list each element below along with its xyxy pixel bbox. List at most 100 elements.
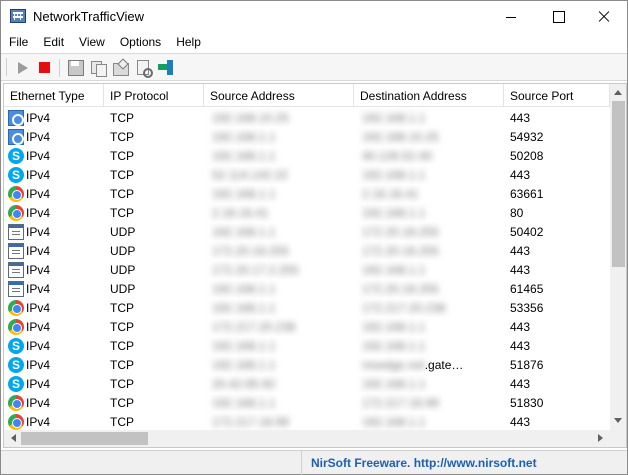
cell-source-port: 80 <box>510 206 524 220</box>
cell-ethernet-type: IPv4 <box>26 225 51 239</box>
cell-ethernet-type: IPv4 <box>26 339 51 353</box>
cell-source-address: 192.168.1.1 <box>212 149 276 163</box>
cell-destination-address: 172.20.18.255 <box>362 282 439 296</box>
cell-source-port: 443 <box>510 244 531 258</box>
cell-source-port: 443 <box>510 320 531 334</box>
column-ip-protocol[interactable]: IP Protocol <box>104 84 204 107</box>
cell-source-address: 192.168.10.25 <box>212 111 289 125</box>
table-row[interactable]: IPv4 UDP 172.20.18.255 172.20.18.255 443 <box>4 241 610 260</box>
cell-ip-protocol: TCP <box>110 339 134 353</box>
table-row[interactable]: IPv4 TCP 192.168.1.1 40.126.52.40 50208 <box>4 146 610 165</box>
horizontal-scroll-thumb[interactable] <box>21 432 148 445</box>
menu-file[interactable]: File <box>1 32 35 52</box>
cell-source-port: 50402 <box>510 225 544 239</box>
vertical-scroll-thumb[interactable] <box>612 101 625 267</box>
start-capture-icon[interactable] <box>15 59 32 76</box>
table-row[interactable]: IPv4 TCP 192.168.1.1 172.217.20.238 53356 <box>4 298 610 317</box>
cell-ip-protocol: TCP <box>110 206 134 220</box>
cell-ethernet-type: IPv4 <box>26 168 51 182</box>
cell-destination-address: 192.168.1.1 <box>362 415 426 429</box>
cell-source-address: 192.168.1.1 <box>212 396 276 410</box>
table-row[interactable]: IPv4 UDP 172.20.17.2.255 192.168.1.1 443 <box>4 260 610 279</box>
cell-source-address: 172.217.20.238 <box>212 320 296 334</box>
table-row[interactable]: IPv4 TCP 192.168.1.1 172.217.18.99 51830 <box>4 393 610 412</box>
cell-ip-protocol: TCP <box>110 187 134 201</box>
cell-ethernet-type: IPv4 <box>26 130 51 144</box>
table-row[interactable]: IPv4 TCP 192.168.1.1 192.168.1.1 443 <box>4 336 610 355</box>
table-row[interactable]: IPv4 UDP 192.168.1.1 172.20.18.255 61465 <box>4 279 610 298</box>
cell-ip-protocol: UDP <box>110 263 136 277</box>
toolbar-grip <box>6 58 8 76</box>
column-source-address[interactable]: Source Address <box>204 84 354 107</box>
cell-source-port: 443 <box>510 415 531 429</box>
cell-ethernet-type: IPv4 <box>26 187 51 201</box>
save-icon[interactable] <box>67 59 84 76</box>
table-row[interactable]: IPv4 TCP 172.217.18.99 192.168.1.1 443 <box>4 412 610 431</box>
cell-ip-protocol: TCP <box>110 358 134 372</box>
cell-source-address: 52.114.142.22 <box>212 168 288 182</box>
column-destination-address[interactable]: Destination Address <box>354 84 504 107</box>
cell-source-port: 51830 <box>510 396 544 410</box>
cell-ethernet-type: IPv4 <box>26 301 51 315</box>
horizontal-scrollbar[interactable] <box>4 430 610 447</box>
vertical-scrollbar[interactable] <box>610 84 626 430</box>
cell-ethernet-type: IPv4 <box>26 206 51 220</box>
cell-destination-address: 192.168.1.1 <box>362 263 426 277</box>
cell-ip-protocol: TCP <box>110 396 134 410</box>
scroll-right-icon[interactable] <box>598 434 603 442</box>
cell-source-address: 192.168.1.1 <box>212 339 276 353</box>
cell-source-address: 192.168.1.1 <box>212 282 276 296</box>
table-row[interactable]: IPv4 TCP 192.168.1.1 msedge.net.gate… 51876 <box>4 355 610 374</box>
cell-ethernet-type: IPv4 <box>26 415 51 429</box>
nirsoft-link[interactable]: NirSoft Freeware. http://www.nirsoft.net <box>311 456 537 470</box>
column-source-port[interactable]: Source Port <box>504 84 610 107</box>
close-button[interactable] <box>581 1 627 32</box>
cell-source-address: 192.168.1.1 <box>212 301 276 315</box>
exit-icon[interactable] <box>158 59 175 76</box>
table-row[interactable]: IPv4 UDP 192.168.1.1 172.20.18.255 50402 <box>4 222 610 241</box>
cell-source-port: 443 <box>510 339 531 353</box>
scroll-up-icon[interactable] <box>614 90 622 95</box>
properties-icon[interactable] <box>112 59 129 76</box>
cell-source-port: 51876 <box>510 358 544 372</box>
cell-source-address: 192.168.1.1 <box>212 225 276 239</box>
table-row[interactable]: IPv4 TCP 192.168.10.25 192.168.1.1 443 <box>4 108 610 127</box>
cell-ip-protocol: UDP <box>110 225 136 239</box>
stop-capture-icon[interactable] <box>36 59 53 76</box>
cell-ethernet-type: IPv4 <box>26 358 51 372</box>
menu-view[interactable]: View <box>71 32 112 52</box>
column-ethernet-type[interactable]: Ethernet Type <box>4 84 104 107</box>
table-row[interactable]: IPv4 TCP 2.18.16.41 192.168.1.1 80 <box>4 203 610 222</box>
scroll-down-icon[interactable] <box>614 418 622 423</box>
cell-ip-protocol: TCP <box>110 149 134 163</box>
copy-icon[interactable] <box>90 59 107 77</box>
destination-suffix: .gate… <box>424 358 464 372</box>
menu-options[interactable]: Options <box>112 32 168 52</box>
cell-destination-address: 192.168.1.1 <box>362 320 426 334</box>
cell-destination-address: 192.168.1.1 <box>362 111 426 125</box>
minimize-button[interactable] <box>488 1 534 32</box>
cell-source-port: 53356 <box>510 301 544 315</box>
table-row[interactable]: IPv4 TCP 52.114.142.22 192.168.1.1 443 <box>4 165 610 184</box>
table-row[interactable]: IPv4 TCP 192.168.1.1 192.168.10.25 54932 <box>4 127 610 146</box>
menu-edit[interactable]: Edit <box>35 32 71 52</box>
cell-ip-protocol: TCP <box>110 168 134 182</box>
scrollbar-corner <box>610 430 626 447</box>
title-bar[interactable]: NetworkTrafficView <box>1 1 627 32</box>
maximize-button[interactable] <box>535 1 581 32</box>
table-row[interactable]: IPv4 TCP 20.42.65.92 192.168.1.1 443 <box>4 374 610 393</box>
traffic-list[interactable]: Ethernet Type IP Protocol Source Address… <box>3 83 627 448</box>
table-row[interactable]: IPv4 TCP 172.217.20.238 192.168.1.1 443 <box>4 317 610 336</box>
cell-ip-protocol: TCP <box>110 111 134 125</box>
row-list: IPv4 TCP 192.168.10.25 192.168.1.1 443 IPv4 TC… <box>4 108 610 431</box>
cell-ethernet-type: IPv4 <box>26 396 51 410</box>
cell-source-address: 2.18.16.41 <box>212 206 269 220</box>
menu-help[interactable]: Help <box>168 32 208 52</box>
cell-destination-address: 40.126.52.40 <box>362 149 433 163</box>
scroll-left-icon[interactable] <box>11 434 16 442</box>
find-icon[interactable] <box>135 59 153 78</box>
cell-ethernet-type: IPv4 <box>26 149 51 163</box>
network-traffic-app-icon <box>10 9 26 23</box>
cell-destination-address: 2.18.16.41 <box>362 187 419 201</box>
table-row[interactable]: IPv4 TCP 192.168.1.1 2.18.16.41 63661 <box>4 184 610 203</box>
